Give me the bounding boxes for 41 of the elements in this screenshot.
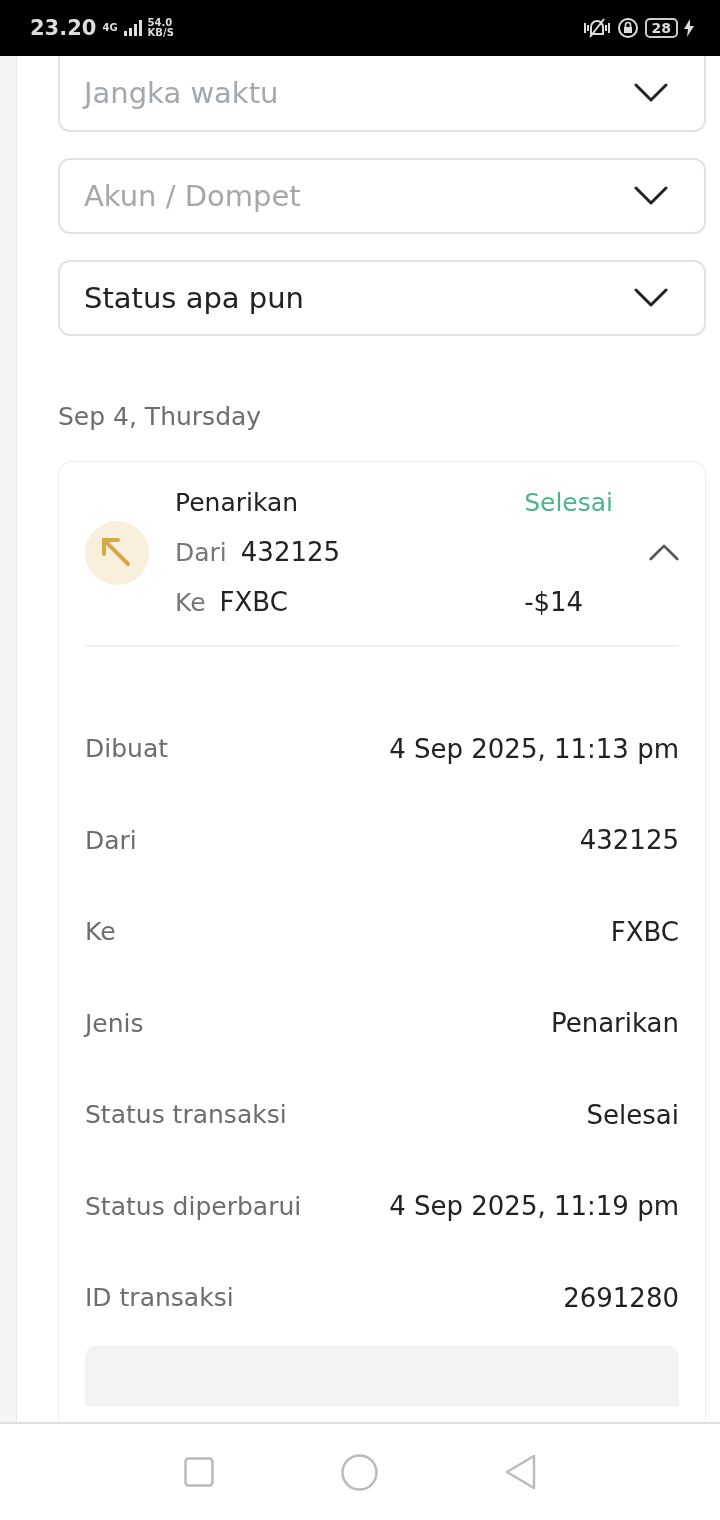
detail-label: Dari bbox=[85, 825, 137, 855]
detail-label: Jenis bbox=[85, 1008, 144, 1038]
transaction-status: Selesai bbox=[524, 488, 613, 517]
detail-value: 432125 bbox=[579, 825, 679, 856]
detail-label: ID transaksi bbox=[85, 1283, 234, 1313]
detail-label: Dibuat bbox=[85, 734, 169, 764]
chevron-down-icon bbox=[634, 288, 668, 308]
date-heading: Sep 4, Thursday bbox=[58, 402, 263, 431]
detail-label: Status diperbarui bbox=[85, 1191, 302, 1221]
rotation-lock-icon bbox=[616, 17, 639, 39]
filter-dropdown[interactable]: Akun / Dompet bbox=[58, 158, 706, 234]
detail-label: Status transaksi bbox=[85, 1100, 287, 1130]
detail-value: FXBC bbox=[610, 916, 679, 947]
filter-dropdown[interactable]: Jangka waktu bbox=[58, 56, 706, 132]
speed-unit: KB/S bbox=[147, 28, 174, 38]
from-label: Dari bbox=[175, 538, 227, 567]
detail-label: Ke bbox=[85, 917, 116, 947]
network-type: 4G bbox=[102, 23, 118, 33]
mute-bell-icon bbox=[582, 17, 611, 39]
home-icon[interactable] bbox=[340, 1453, 378, 1491]
from-account: 432125 bbox=[240, 537, 341, 567]
detail-value: 4 Sep 2025, 11:13 pm bbox=[389, 733, 679, 764]
chevron-up-icon[interactable] bbox=[649, 543, 679, 561]
status-time: 23.20 bbox=[30, 16, 97, 40]
battery-level: 28 bbox=[644, 18, 678, 38]
network-speed: 54.0 bbox=[147, 18, 174, 28]
detail-value: 2691280 bbox=[563, 1282, 679, 1313]
back-icon[interactable] bbox=[504, 1454, 537, 1490]
transaction-type: Penarikan bbox=[175, 488, 300, 517]
chevron-down-icon bbox=[634, 83, 668, 103]
detail-value: Penarikan bbox=[550, 1008, 679, 1039]
to-label: Ke bbox=[175, 588, 206, 617]
detail-value: Selesai bbox=[586, 1099, 679, 1130]
signal-icon bbox=[123, 20, 142, 36]
detail-value: 4 Sep 2025, 11:19 pm bbox=[389, 1191, 679, 1222]
transaction-amount: -$14 bbox=[524, 587, 585, 617]
charging-icon bbox=[684, 19, 694, 37]
to-account: FXBC bbox=[219, 587, 288, 617]
filter-dropdown[interactable]: Status apa pun bbox=[58, 260, 706, 336]
recent-apps-icon[interactable] bbox=[183, 1457, 214, 1487]
chevron-down-icon bbox=[634, 186, 668, 206]
